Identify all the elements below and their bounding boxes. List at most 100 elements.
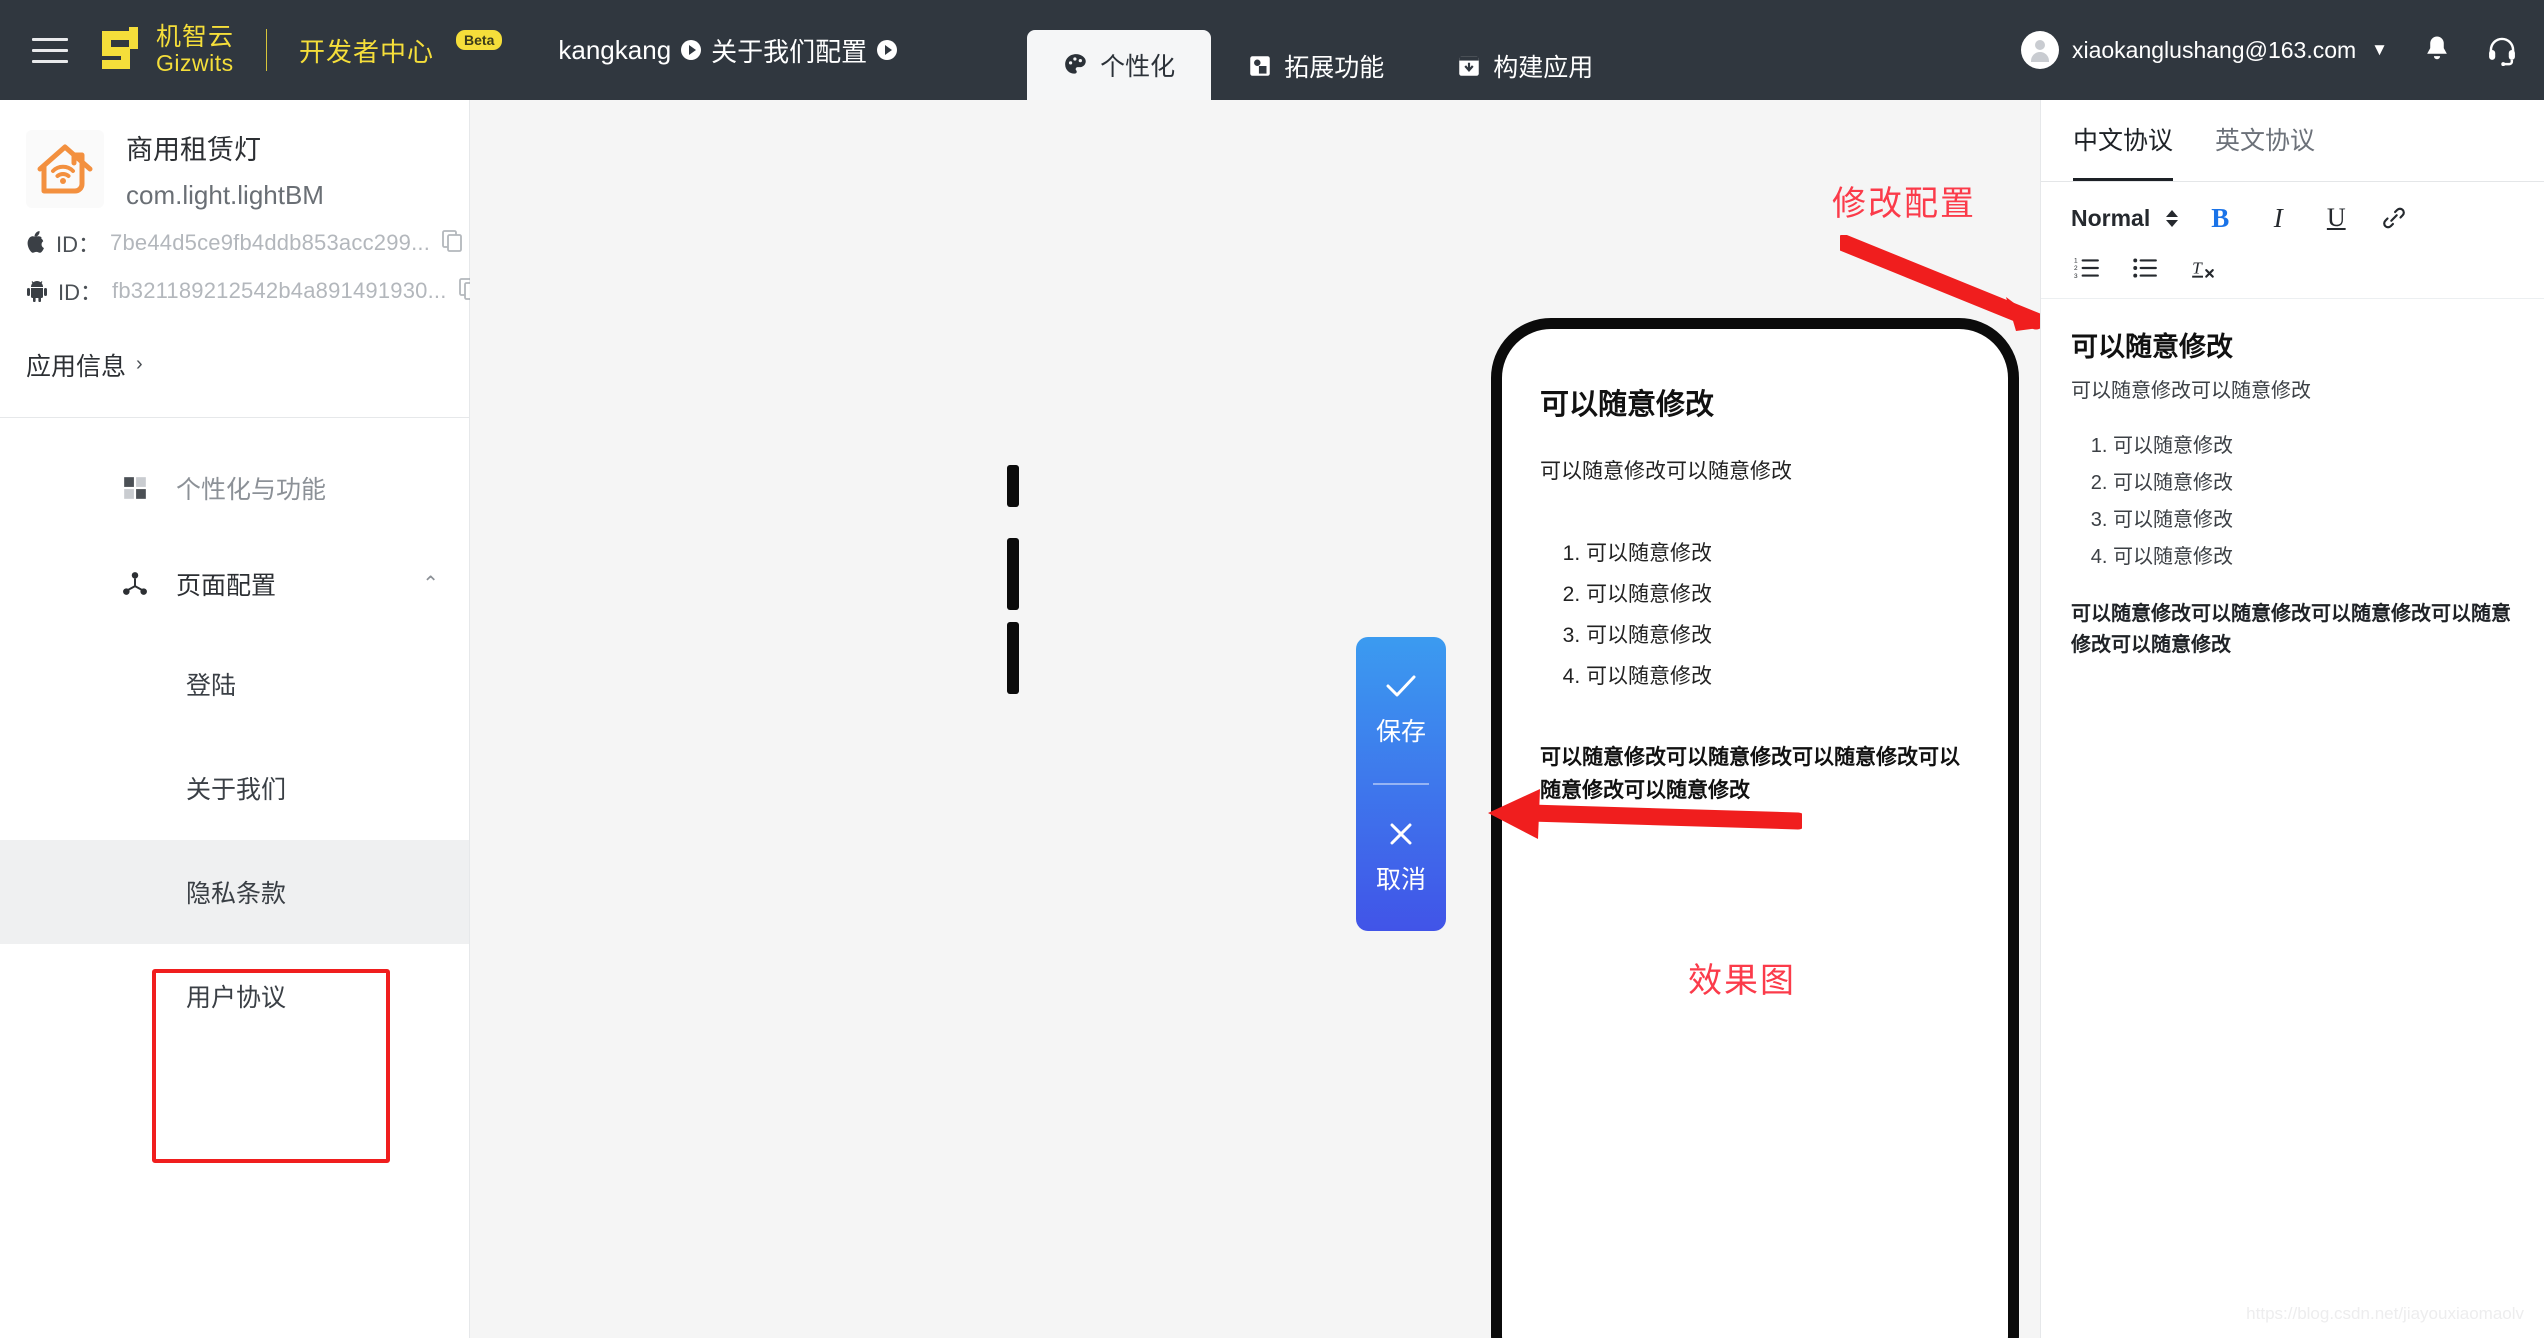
sidebar-item-personalization[interactable]: 个性化与功能: [0, 440, 469, 536]
cancel-button[interactable]: 取消: [1356, 785, 1446, 931]
apple-glyph-icon: [27, 230, 44, 253]
chevron-right-icon: ›: [136, 353, 143, 376]
toolbar-row-primary: Normal B I U: [2071, 202, 2514, 234]
preview-paragraph: 可以随意修改可以随意修改: [1540, 460, 1792, 483]
gizwits-mark-icon: [102, 27, 138, 69]
tab-label: 个性化: [1100, 53, 1176, 81]
android-id-label: ID：: [58, 279, 103, 305]
sidebar-subitem-label: 隐私条款: [186, 879, 287, 908]
house-wifi-icon: [37, 144, 93, 194]
sidebar-item-label: 个性化与功能: [176, 475, 327, 504]
annotation-config-label: 修改配置: [1832, 185, 1976, 223]
brand-name-en: Gizwits: [156, 50, 234, 76]
tab-extensions[interactable]: 拓展功能: [1211, 32, 1420, 100]
format-select[interactable]: Normal: [2071, 204, 2179, 232]
format-select-value: Normal: [2071, 204, 2151, 231]
preview-list-item: 可以随意修改: [1586, 537, 1970, 567]
headset-icon: [2489, 37, 2515, 66]
preview-list-item: 可以随意修改: [1586, 578, 1970, 608]
page-config-icon: [123, 571, 147, 595]
sidebar-subitem-privacy-policy[interactable]: 隐私条款: [0, 839, 469, 944]
phone-preview-frame: 可以随意修改 可以随意修改可以随意修改 可以随意修改 可以随意修改 可以随意修改…: [1491, 318, 2019, 1338]
editor-bold-paragraph: 可以随意修改可以随意修改可以随意修改可以随意修改可以随意修改: [2071, 603, 2511, 656]
phone-side-buttons: [1007, 465, 1019, 694]
preview-title: 可以随意修改: [1540, 389, 1715, 421]
editor-tab-label: 英文协议: [2215, 127, 2316, 155]
underline-button[interactable]: U: [2320, 202, 2352, 234]
main-tabs: 个性化 拓展功能 构建应用: [1027, 0, 1629, 100]
tab-chinese-agreement[interactable]: 中文协议: [2073, 100, 2174, 181]
action-button-panel: 保存 取消: [1356, 637, 1446, 931]
hamburger-line: [32, 59, 68, 63]
app-info-link[interactable]: 应用信息 ›: [26, 347, 443, 383]
editor-language-tabs: 中文协议 英文协议: [2041, 100, 2544, 182]
editor-list-item: 可以随意修改: [2113, 503, 2514, 532]
sidebar-subitem-about-us[interactable]: 关于我们: [0, 736, 469, 840]
hamburger-line: [32, 37, 68, 41]
bold-button[interactable]: B: [2204, 202, 2236, 234]
preview-canvas: 保存 取消 可以随意修改 可以随意修改可以随意修改 可以随意修改 可以随意修改 …: [470, 100, 2040, 1338]
android-glyph-icon: [27, 280, 47, 302]
preview-ordered-list: 可以随意修改 可以随意修改 可以随意修改 可以随意修改: [1586, 537, 1970, 690]
editor-tab-label: 中文协议: [2073, 127, 2174, 155]
underline-label: U: [2326, 203, 2346, 232]
copy-glyph-icon: [442, 230, 462, 253]
breadcrumb-item-project[interactable]: kangkang: [558, 35, 671, 66]
sidebar-nav: 个性化与功能 页面配置 ⌃ 登陆 关于我们 隐私条款 用户协议: [0, 418, 469, 1048]
tab-personalization[interactable]: 个性化: [1027, 30, 1212, 100]
hamburger-line: [32, 48, 68, 52]
editor-title: 可以随意修改: [2071, 332, 2233, 362]
user-menu[interactable]: xiaokanglushang@163.com ▼: [2020, 31, 2388, 69]
editor-list-item: 可以随意修改: [2113, 540, 2514, 569]
support-headset-icon[interactable]: [2486, 34, 2518, 66]
editor-content-area[interactable]: 可以随意修改 可以随意修改可以随意修改 可以随意修改 可以随意修改 可以随意修改…: [2041, 299, 2544, 661]
link-button[interactable]: [2378, 202, 2410, 234]
android-icon: [26, 280, 48, 302]
breadcrumb: kangkang 关于我们配置: [558, 0, 898, 100]
editor-paragraph: 可以随意修改可以随意修改: [2071, 380, 2311, 402]
check-icon: [1386, 675, 1416, 697]
sidebar-subitem-login[interactable]: 登陆: [0, 632, 469, 736]
ios-id-row: ID： 7be44d5ce9fb4ddb853acc299...: [26, 227, 462, 259]
app-info-label: 应用信息: [26, 352, 127, 381]
palette-icon: [1065, 54, 1086, 74]
tab-build-app[interactable]: 构建应用: [1420, 32, 1629, 100]
tab-label: 拓展功能: [1284, 54, 1385, 82]
rich-text-editor-panel: 中文协议 英文协议 Normal B I U 1 2 3 T 可以随意修改 可以…: [2040, 100, 2544, 1338]
preview-list-item: 可以随意修改: [1586, 660, 1970, 690]
hamburger-menu-icon[interactable]: [14, 0, 86, 100]
chevron-down-icon: ▼: [2371, 40, 2388, 59]
top-navigation-bar: 机智云 Gizwits 开发者中心 Beta kangkang 关于我们配置 个…: [0, 0, 2544, 100]
avatar: [2020, 31, 2059, 69]
svg-text:T: T: [2192, 258, 2203, 277]
app-names: 商用租赁灯 com.light.lightBM: [126, 130, 324, 211]
bullet-list-button[interactable]: [2129, 252, 2161, 284]
cancel-label: 取消: [1375, 866, 1426, 894]
sidebar-subitem-user-agreement[interactable]: 用户协议: [0, 944, 469, 1048]
tab-english-agreement[interactable]: 英文协议: [2215, 100, 2315, 181]
italic-button[interactable]: I: [2262, 202, 2294, 234]
personalization-icon: [124, 476, 146, 499]
notification-bell-icon[interactable]: [2422, 34, 2452, 66]
breadcrumb-item-page[interactable]: 关于我们配置: [711, 32, 867, 69]
brand-divider: [266, 29, 268, 71]
chevron-up-icon: ⌃: [422, 573, 439, 596]
ordered-list-button[interactable]: 1 2 3: [2071, 252, 2103, 284]
clear-format-button[interactable]: T: [2187, 252, 2219, 284]
stepper-icon: [2166, 209, 2179, 227]
preview-list-item: 可以随意修改: [1586, 619, 1970, 649]
editor-toolbar: Normal B I U 1 2 3 T: [2041, 182, 2544, 299]
sidebar-item-page-config[interactable]: 页面配置 ⌃: [0, 536, 469, 632]
breadcrumb-play-icon: [877, 40, 898, 60]
save-button[interactable]: 保存: [1356, 637, 1446, 783]
toolbar-row-secondary: 1 2 3 T: [2071, 252, 2514, 284]
user-email-label: xiaokanglushang@163.com: [2071, 36, 2357, 63]
android-id-value: fb321189212542b4a891491930...: [112, 277, 447, 303]
editor-ordered-list: 可以随意修改 可以随意修改 可以随意修改 可以随意修改: [2113, 429, 2514, 569]
brand-logo[interactable]: 机智云 Gizwits 开发者中心 Beta: [98, 0, 503, 100]
sidebar-item-label: 页面配置: [176, 571, 277, 600]
sidebar-subitem-label: 关于我们: [186, 775, 287, 804]
app-icon: [26, 130, 104, 208]
app-root: 机智云 Gizwits 开发者中心 Beta kangkang 关于我们配置 个…: [0, 0, 2544, 1338]
copy-icon[interactable]: [440, 228, 464, 257]
